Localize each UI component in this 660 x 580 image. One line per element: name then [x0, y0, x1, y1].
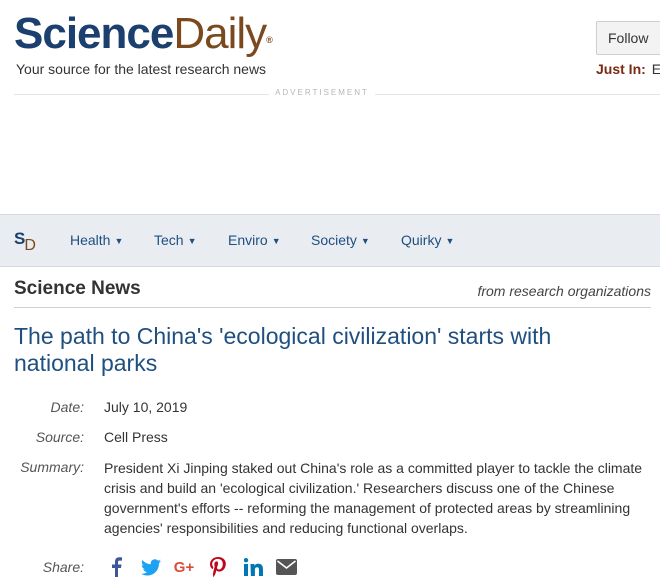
nav-logo-d: D — [24, 237, 36, 254]
nav-item-tech[interactable]: Tech ▼ — [154, 232, 197, 248]
google-plus-icon[interactable]: G+ — [172, 556, 196, 578]
article-summary: President Xi Jinping staked out China's … — [104, 460, 643, 536]
site-logo[interactable]: ScienceDaily® — [14, 8, 273, 60]
source-label: Source: — [35, 429, 84, 445]
section-subtitle: from research organizations — [477, 283, 651, 299]
caret-down-icon: ▼ — [114, 236, 124, 246]
nav-item-label: Health — [70, 232, 111, 248]
nav-item-label: Society — [311, 232, 357, 248]
nav-item-society[interactable]: Society ▼ — [311, 232, 370, 248]
logo-daily: Daily — [173, 9, 267, 58]
just-in-label: Just In: — [596, 61, 646, 77]
nav-item-label: Enviro — [228, 232, 268, 248]
caret-down-icon: ▼ — [360, 236, 370, 246]
nav-item-health[interactable]: Health ▼ — [70, 232, 123, 248]
just-in-headline[interactable]: E — [652, 61, 660, 77]
follow-button[interactable]: Follow — [596, 21, 660, 55]
article-headline: The path to China's 'ecological civiliza… — [14, 323, 552, 376]
registered-mark: ® — [266, 35, 273, 45]
main-navigation: SD Health ▼ Tech ▼ Enviro ▼ Society ▼ Quirky… — [0, 214, 660, 267]
nav-item-label: Tech — [154, 232, 184, 248]
nav-logo[interactable]: SD — [14, 229, 37, 254]
section-divider — [14, 307, 651, 308]
summary-label: Summary: — [20, 459, 84, 475]
just-in-ticker[interactable]: Just In: E — [596, 61, 660, 77]
article-date: July 10, 2019 — [104, 399, 188, 415]
section-title[interactable]: Science News — [14, 278, 141, 300]
pinterest-icon[interactable] — [208, 556, 228, 578]
share-label: Share: — [42, 559, 84, 575]
advertisement-label: ADVERTISEMENT — [269, 88, 375, 97]
nav-item-quirky[interactable]: Quirky ▼ — [401, 232, 454, 248]
caret-down-icon: ▼ — [187, 236, 197, 246]
logo-science: Science — [14, 9, 174, 58]
date-label: Date: — [50, 399, 84, 415]
email-icon[interactable] — [275, 556, 297, 578]
site-tagline: Your source for the latest research news — [16, 61, 267, 77]
caret-down-icon: ▼ — [445, 236, 455, 246]
nav-item-enviro[interactable]: Enviro ▼ — [228, 232, 281, 248]
caret-down-icon: ▼ — [271, 236, 281, 246]
linkedin-icon[interactable] — [242, 556, 264, 578]
twitter-icon[interactable] — [140, 556, 162, 578]
facebook-icon[interactable] — [108, 556, 124, 578]
article-source: Cell Press — [104, 429, 168, 445]
nav-item-label: Quirky — [401, 232, 442, 248]
